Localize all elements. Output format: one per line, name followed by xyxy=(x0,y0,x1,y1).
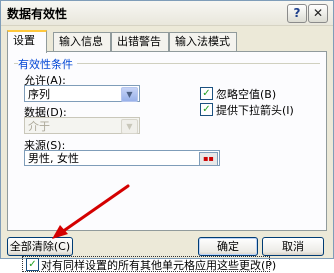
source-input-value: 男性, 女性 xyxy=(28,152,79,165)
tab-settings[interactable]: 设置 xyxy=(7,30,47,53)
chevron-down-icon[interactable]: ▼ xyxy=(121,87,138,102)
close-button[interactable]: ✕ xyxy=(308,4,328,23)
in-cell-dropdown-label[interactable]: 提供下拉箭头(I) xyxy=(216,102,294,118)
in-cell-dropdown-checkbox[interactable]: ✓ xyxy=(200,103,213,116)
source-input[interactable]: 男性, 女性 ▪▪ xyxy=(24,150,220,166)
tab-ime-mode[interactable]: 输入法模式 xyxy=(169,32,237,51)
ignore-blank-label[interactable]: 忽略空值(B) xyxy=(216,86,276,102)
data-validation-dialog: 数据有效性 ? ✕ 设置 输入信息 出错警告 输入法模式 有效性条件 允许(A)… xyxy=(0,0,334,272)
chevron-down-icon: ▼ xyxy=(121,119,138,134)
cancel-button[interactable]: 取消 xyxy=(262,237,324,256)
allow-select[interactable]: 序列 ▼ xyxy=(24,85,140,102)
data-select-value: 介于 xyxy=(28,120,50,133)
ok-button[interactable]: 确定 xyxy=(198,237,258,256)
allow-select-value: 序列 xyxy=(28,88,50,101)
title-bar[interactable]: 数据有效性 ? ✕ xyxy=(1,1,333,26)
apply-all-checkbox[interactable]: ✓ xyxy=(26,258,39,271)
dialog-title: 数据有效性 xyxy=(7,7,68,21)
apply-all-row[interactable]: ✓ 对有同样设置的所有其他单元格应用这些更改(P) xyxy=(22,256,276,272)
clear-all-button[interactable]: 全部清除(C) xyxy=(7,237,73,256)
tab-input-message[interactable]: 输入信息 xyxy=(53,32,111,51)
range-select-icon[interactable]: ▪▪ xyxy=(199,152,218,166)
apply-all-label[interactable]: 对有同样设置的所有其他单元格应用这些更改(P) xyxy=(41,257,276,273)
settings-panel: 有效性条件 允许(A): 序列 ▼ 数据(D): 介于 ▼ ✓ 忽略空值(B) … xyxy=(7,51,327,272)
tab-error-alert[interactable]: 出错警告 xyxy=(111,32,169,51)
ignore-blank-checkbox[interactable]: ✓ xyxy=(200,87,213,100)
help-button[interactable]: ? xyxy=(287,4,307,23)
validation-criteria-label: 有效性条件 xyxy=(18,56,77,72)
data-select: 介于 ▼ xyxy=(24,117,140,134)
